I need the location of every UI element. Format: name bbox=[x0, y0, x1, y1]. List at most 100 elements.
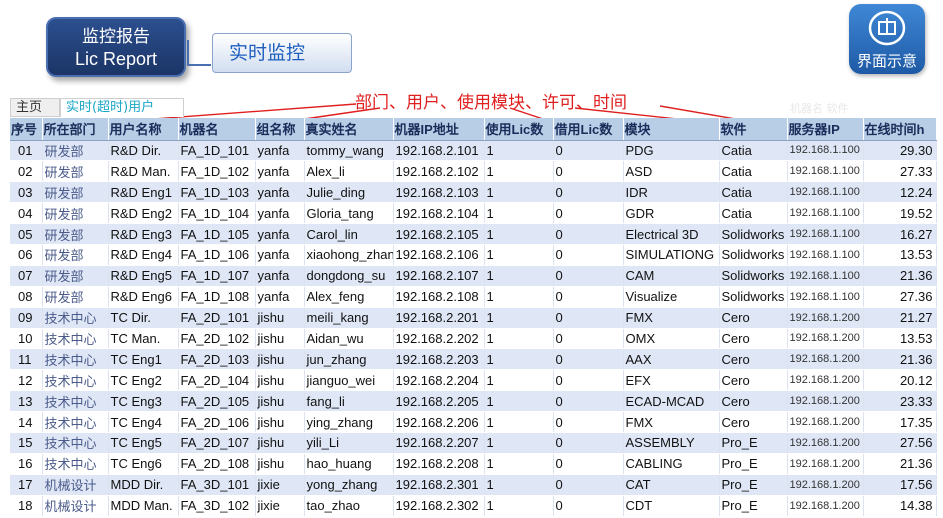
table-row[interactable]: 05 研发部 R&D Eng3 FA_1D_105 yanfa Carol_lin 192.… bbox=[10, 223, 937, 245]
section-title: 实时监控 bbox=[212, 33, 352, 73]
table-cell: 192.168.2.301 bbox=[393, 474, 485, 496]
table-cell: 192.168.2.302 bbox=[393, 495, 485, 517]
table-cell: PDG bbox=[623, 140, 720, 162]
column-header[interactable]: 用户名称 bbox=[108, 118, 179, 141]
column-header[interactable]: 序号 bbox=[10, 118, 43, 141]
table-cell: 0 bbox=[553, 160, 624, 183]
table-row[interactable]: 13 技术中心 TC Eng3 FA_2D_105 jishu fang_li 192.16… bbox=[10, 390, 937, 413]
table-cell: Catia bbox=[719, 202, 788, 225]
table-cell: 192.168.2.202 bbox=[393, 328, 485, 350]
table-cell: 机械设计 bbox=[42, 474, 109, 496]
table-cell: Catia bbox=[719, 160, 788, 183]
column-header[interactable]: 软件 bbox=[719, 118, 788, 141]
column-header[interactable]: 借用Lic数 bbox=[553, 118, 624, 141]
table-cell: 02 bbox=[10, 160, 43, 183]
table-cell: 192.168.1.200 bbox=[787, 390, 864, 413]
table-cell: 技术中心 bbox=[42, 453, 109, 475]
tab-realtime-users[interactable]: 实时(超时)用户 bbox=[60, 98, 184, 117]
table-row[interactable]: 11 技术中心 TC Eng1 FA_2D_103 jishu jun_zhang 192.… bbox=[10, 348, 937, 371]
table-cell: 15 bbox=[10, 432, 43, 454]
table-cell: FA_1D_101 bbox=[178, 140, 256, 162]
table-cell: R&D Eng1 bbox=[108, 181, 179, 204]
table-cell: 0 bbox=[553, 328, 624, 350]
table-cell: yanfa bbox=[255, 140, 305, 162]
table-cell: 192.168.1.100 bbox=[787, 223, 864, 245]
column-header[interactable]: 所在部门 bbox=[42, 118, 109, 141]
table-cell: 192.168.1.100 bbox=[787, 244, 864, 266]
table-row[interactable]: 01 研发部 R&D Dir. FA_1D_101 yanfa tommy_wang 192… bbox=[10, 140, 937, 162]
table-cell: TC Dir. bbox=[108, 307, 179, 329]
interface-preview-button[interactable]: 界面示意 bbox=[849, 4, 925, 74]
table-cell: Catia bbox=[719, 181, 788, 204]
table-cell: yong_zhang bbox=[304, 474, 394, 496]
table-cell: fang_li bbox=[304, 390, 394, 413]
table-cell: hao_huang bbox=[304, 453, 394, 475]
table-cell: yanfa bbox=[255, 202, 305, 225]
table-row[interactable]: 10 技术中心 TC Man. FA_2D_102 jishu Aidan_wu 192.1… bbox=[10, 328, 937, 350]
column-header[interactable]: 机器名 bbox=[178, 118, 256, 141]
table-row[interactable]: 09 技术中心 TC Dir. FA_2D_101 jishu meili_kang 192… bbox=[10, 307, 937, 329]
table-row[interactable]: 12 技术中心 TC Eng2 FA_2D_104 jishu jianguo_wei 19… bbox=[10, 369, 937, 392]
table-row[interactable]: 16 技术中心 TC Eng6 FA_2D_108 jishu hao_huang 192.… bbox=[10, 453, 937, 475]
table-row[interactable]: 18 机械设计 MDD Man. FA_3D_102 jixie tao_zhao 192.… bbox=[10, 495, 937, 517]
column-header[interactable]: 真实姓名 bbox=[304, 118, 394, 141]
table-row[interactable]: 15 技术中心 TC Eng5 FA_2D_107 jishu yili_Li 192.16… bbox=[10, 432, 937, 454]
table-cell: Cero bbox=[719, 328, 788, 350]
table-cell: ying_zhang bbox=[304, 411, 394, 433]
table-cell: jishu bbox=[255, 390, 305, 413]
table-cell: 20.12 bbox=[863, 369, 937, 392]
table-cell: ECAD-MCAD bbox=[623, 390, 720, 413]
table-cell: TC Eng3 bbox=[108, 390, 179, 413]
column-header[interactable]: 服务器IP bbox=[787, 118, 864, 141]
table-cell: 0 bbox=[553, 202, 624, 225]
table-cell: FA_3D_101 bbox=[178, 474, 256, 496]
tab-home[interactable]: 主页 bbox=[10, 98, 60, 117]
column-header[interactable]: 组名称 bbox=[255, 118, 305, 141]
table-cell: 1 bbox=[484, 348, 554, 371]
table-cell: yili_Li bbox=[304, 432, 394, 454]
table-row[interactable]: 02 研发部 R&D Man. FA_1D_102 yanfa Alex_li 192.16… bbox=[10, 160, 937, 183]
table-cell: 192.168.1.200 bbox=[787, 369, 864, 392]
table-cell: Alex_li bbox=[304, 160, 394, 183]
column-header[interactable]: 在线时间h bbox=[863, 118, 937, 141]
table-cell: Gloria_tang bbox=[304, 202, 394, 225]
table-cell: FA_2D_101 bbox=[178, 307, 256, 329]
column-header[interactable]: 模块 bbox=[623, 118, 720, 141]
table-cell: TC Man. bbox=[108, 328, 179, 350]
report-title-cn: 监控报告 bbox=[82, 27, 150, 47]
column-header[interactable]: 使用Lic数 bbox=[484, 118, 554, 141]
table-cell: 10 bbox=[10, 328, 43, 350]
table-cell: 1 bbox=[484, 411, 554, 433]
table-cell: 192.168.1.100 bbox=[787, 160, 864, 183]
table-cell: FA_2D_105 bbox=[178, 390, 256, 413]
table-row[interactable]: 04 研发部 R&D Eng2 FA_1D_104 yanfa Gloria_tang 19… bbox=[10, 202, 937, 225]
table-row[interactable]: 07 研发部 R&D Eng5 FA_1D_107 yanfa dongdong_su 19… bbox=[10, 265, 937, 287]
table-body: 01 研发部 R&D Dir. FA_1D_101 yanfa tommy_wang 192… bbox=[10, 140, 937, 517]
table-cell: 研发部 bbox=[42, 286, 109, 308]
table-cell: jixie bbox=[255, 495, 305, 517]
table-cell: CAM bbox=[623, 265, 720, 287]
table-row[interactable]: 14 技术中心 TC Eng4 FA_2D_106 jishu ying_zhang 192… bbox=[10, 411, 937, 433]
table-cell: FA_2D_102 bbox=[178, 328, 256, 350]
table-cell: R&D Man. bbox=[108, 160, 179, 183]
table-row[interactable]: 06 研发部 R&D Eng4 FA_1D_106 yanfa xiaohong_zhan… bbox=[10, 244, 937, 266]
table-header-row: 序号 所在部门 用户名称 机器名 组名称 真实姓名 机器IP地址 使用Lic数 借用Lic数 模块… bbox=[10, 118, 937, 141]
table-cell: 192.168.1.200 bbox=[787, 307, 864, 329]
table-cell: Pro_E bbox=[719, 432, 788, 454]
table-cell: 17.35 bbox=[863, 411, 937, 433]
table-row[interactable]: 08 研发部 R&D Eng6 FA_1D_108 yanfa Alex_feng 192.… bbox=[10, 286, 937, 308]
table-cell: 192.168.1.100 bbox=[787, 140, 864, 162]
report-title-box: 监控报告 Lic Report bbox=[46, 17, 186, 77]
table-cell: 192.168.2.103 bbox=[393, 181, 485, 204]
table-cell: FA_1D_106 bbox=[178, 244, 256, 266]
column-header[interactable]: 机器IP地址 bbox=[393, 118, 485, 141]
table-cell: 01 bbox=[10, 140, 43, 162]
table-cell: GDR bbox=[623, 202, 720, 225]
faded-header-text: 机器名 软件 bbox=[790, 102, 849, 115]
table-cell: Solidworks bbox=[719, 223, 788, 245]
table-row[interactable]: 17 机械设计 MDD Dir. FA_3D_101 jixie yong_zhang 19… bbox=[10, 474, 937, 496]
table-row[interactable]: 03 研发部 R&D Eng1 FA_1D_103 yanfa Julie_ding 192… bbox=[10, 181, 937, 204]
table-cell: Aidan_wu bbox=[304, 328, 394, 350]
table-cell: 12.24 bbox=[863, 181, 937, 204]
table-cell: jishu bbox=[255, 348, 305, 371]
